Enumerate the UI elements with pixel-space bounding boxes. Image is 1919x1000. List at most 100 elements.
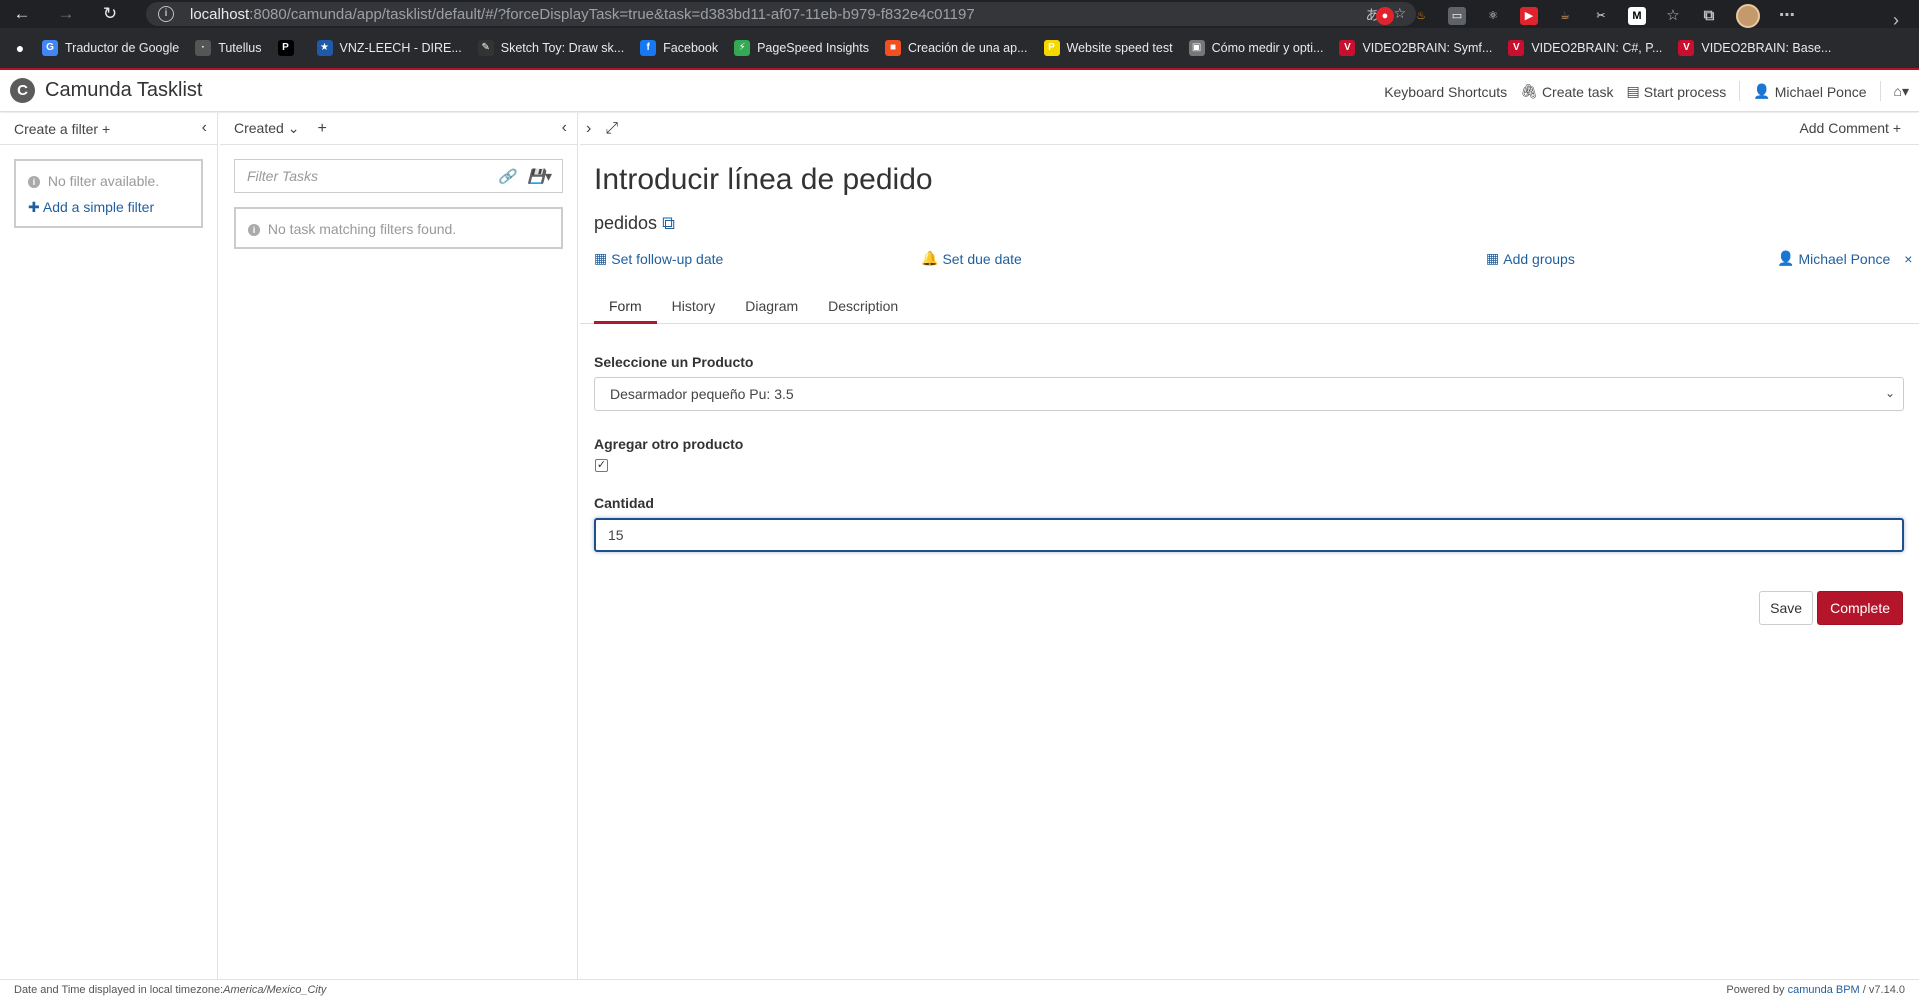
add-groups-label: Add groups bbox=[1503, 250, 1575, 267]
app-header: C Camunda Tasklist Keyboard Shortcuts 🖇 … bbox=[0, 70, 1919, 112]
link-icon[interactable]: 🔗 bbox=[498, 168, 515, 185]
browser-toolbar: ← → ↻ i localhost :8080/camunda/app/task… bbox=[0, 0, 1919, 28]
extension-icon[interactable]: ▭ bbox=[1448, 7, 1466, 25]
bookmark-item[interactable]: · Tutellus bbox=[195, 40, 262, 56]
bookmark-label: VNZ-LEECH - DIRE... bbox=[339, 41, 462, 55]
bookmark-item[interactable]: ▣ Cómo medir y opti... bbox=[1188, 40, 1323, 56]
extension-icon[interactable]: ☕ bbox=[1556, 7, 1574, 25]
start-process-link[interactable]: ▤ Start process bbox=[1627, 82, 1727, 101]
address-bar[interactable]: i localhost :8080/camunda/app/tasklist/d… bbox=[146, 2, 1416, 26]
save-button[interactable]: Save bbox=[1759, 591, 1814, 625]
tab-diagram[interactable]: Diagram bbox=[730, 292, 813, 324]
github-icon[interactable]: ● bbox=[12, 40, 28, 56]
task-title: Introducir línea de pedido bbox=[594, 163, 933, 196]
collapse-left-icon[interactable]: ‹ bbox=[562, 119, 567, 137]
create-filter-link[interactable]: Create a filter + bbox=[14, 121, 110, 137]
task-meta: ▦ Set follow-up date 🔔 Set due date ▦ Ad… bbox=[580, 250, 1919, 272]
user-menu[interactable]: 👤 Michael Ponce bbox=[1753, 82, 1866, 101]
add-groups-button[interactable]: ▦ Add groups bbox=[1486, 250, 1575, 267]
complete-button[interactable]: Complete bbox=[1817, 591, 1903, 625]
extension-icon[interactable]: ⚛ bbox=[1484, 7, 1502, 25]
extension-icon[interactable]: ✂ bbox=[1592, 7, 1610, 25]
bookmark-item[interactable]: ✎ Sketch Toy: Draw sk... bbox=[477, 40, 624, 56]
follow-up-date-button[interactable]: ▦ Set follow-up date bbox=[594, 250, 723, 267]
expand-right-icon[interactable]: › bbox=[586, 120, 591, 138]
reload-icon[interactable]: ↻ bbox=[88, 4, 132, 24]
task-column: › ⤢ Add Comment + Introducir línea de pe… bbox=[580, 113, 1919, 979]
close-icon[interactable]: × bbox=[1904, 251, 1912, 267]
add-simple-filter-label: Add a simple filter bbox=[42, 199, 155, 215]
filter-tasks-input[interactable]: Filter Tasks 🔗 💾▾ bbox=[234, 159, 563, 193]
tab-history[interactable]: History bbox=[657, 292, 731, 324]
favorites-icon[interactable]: ☆ bbox=[1664, 7, 1682, 25]
bookmark-item[interactable]: ★ VNZ-LEECH - DIRE... bbox=[316, 40, 462, 56]
bookmark-icon: ✎ bbox=[477, 40, 494, 56]
forward-icon[interactable]: → bbox=[44, 4, 88, 24]
profile-avatar[interactable] bbox=[1736, 4, 1760, 28]
keyboard-shortcuts-link[interactable]: Keyboard Shortcuts bbox=[1384, 82, 1507, 101]
add-sort-icon[interactable]: + bbox=[317, 120, 326, 138]
site-info-icon[interactable]: i bbox=[158, 6, 174, 22]
assignee-button[interactable]: 👤 Michael Ponce × bbox=[1777, 250, 1912, 267]
sort-dropdown[interactable]: Created ⌄ bbox=[234, 120, 299, 137]
bookmark-item[interactable]: V VIDEO2BRAIN: Symf... bbox=[1339, 40, 1492, 56]
extension-icon[interactable]: M bbox=[1628, 7, 1646, 25]
bookmark-item[interactable]: ■ Creación de una ap... bbox=[884, 40, 1028, 56]
collapse-left-icon[interactable]: ‹ bbox=[202, 119, 207, 137]
info-icon: i bbox=[28, 176, 40, 188]
due-date-button[interactable]: 🔔 Set due date bbox=[921, 250, 1022, 267]
another-product-checkbox[interactable]: ✓ bbox=[595, 459, 608, 472]
app-title: Camunda Tasklist bbox=[45, 79, 203, 101]
extension-icon[interactable]: ● bbox=[1376, 7, 1394, 25]
bookmark-item[interactable]: f Facebook bbox=[640, 40, 718, 56]
bookmark-icon: ■ bbox=[884, 40, 901, 56]
save-filter-icon[interactable]: 💾▾ bbox=[528, 168, 552, 185]
assignee-name: Michael Ponce bbox=[1798, 250, 1891, 267]
powered-by: Powered by camunda BPM / v7.14.0 bbox=[1726, 984, 1905, 996]
bookmark-item[interactable]: ⚡ PageSpeed Insights bbox=[734, 40, 869, 56]
extension-icon[interactable]: ▶ bbox=[1520, 7, 1538, 25]
quantity-label: Cantidad bbox=[594, 495, 654, 511]
create-task-label: Create task bbox=[1541, 83, 1614, 100]
add-simple-filter-link[interactable]: ✚ Add a simple filter bbox=[28, 199, 189, 216]
product-select[interactable]: Desarmador pequeño Pu: 3.5 ⌄ bbox=[594, 377, 1904, 411]
camunda-bpm-link[interactable]: camunda BPM bbox=[1788, 984, 1860, 996]
filters-empty-box: i No filter available. ✚ Add a simple fi… bbox=[14, 159, 203, 228]
bookmark-icon: f bbox=[640, 40, 657, 56]
quantity-value: 15 bbox=[608, 527, 624, 543]
add-comment-label: Add Comment bbox=[1799, 120, 1889, 136]
keyboard-shortcuts-label: Keyboard Shortcuts bbox=[1384, 83, 1508, 100]
product-label: Seleccione un Producto bbox=[594, 354, 754, 370]
back-icon[interactable]: ← bbox=[0, 4, 44, 24]
tasklist-empty-box: i No task matching filters found. bbox=[234, 207, 563, 249]
create-task-link[interactable]: 🖇 Create task bbox=[1520, 82, 1613, 101]
tasklist-header: Created ⌄ + ‹ bbox=[220, 113, 577, 145]
task-tabs: Form History Diagram Description bbox=[580, 292, 1919, 324]
tab-description[interactable]: Description bbox=[813, 292, 913, 324]
chevron-right-icon[interactable]: › bbox=[1893, 10, 1899, 31]
bookmark-item[interactable]: P Website speed test bbox=[1043, 40, 1173, 56]
add-comment-button[interactable]: Add Comment + bbox=[1799, 120, 1901, 136]
calendar-icon: ▦ bbox=[594, 250, 608, 266]
plus-icon: + bbox=[1892, 120, 1901, 136]
bookmark-item[interactable]: P bbox=[277, 40, 301, 56]
collections-icon[interactable]: ⧉ bbox=[1700, 7, 1718, 25]
due-date-label: Set due date bbox=[942, 250, 1022, 267]
sort-label: Created bbox=[234, 120, 284, 136]
extension-icon[interactable]: ♨ bbox=[1412, 7, 1430, 25]
bookmark-icon: ⚡ bbox=[734, 40, 751, 56]
fullscreen-icon[interactable]: ⤢ bbox=[605, 120, 618, 138]
more-menu-icon[interactable]: ⋯ bbox=[1778, 7, 1796, 25]
bookmark-item[interactable]: G Traductor de Google bbox=[42, 40, 179, 56]
quantity-input[interactable]: 15 bbox=[594, 518, 1904, 552]
bookmark-item[interactable]: V VIDEO2BRAIN: C#, P... bbox=[1508, 40, 1662, 56]
tasklist-column: Created ⌄ + ‹ Filter Tasks 🔗 💾▾ i No tas… bbox=[220, 113, 578, 979]
tab-form[interactable]: Form bbox=[594, 292, 657, 324]
process-name: pedidos bbox=[594, 213, 658, 233]
process-link[interactable]: pedidos ⧉ bbox=[594, 213, 1919, 234]
url-host: localhost bbox=[190, 5, 250, 23]
bookmark-item[interactable]: V VIDEO2BRAIN: Base... bbox=[1678, 40, 1831, 56]
follow-up-label: Set follow-up date bbox=[611, 250, 724, 267]
divider bbox=[1879, 81, 1881, 101]
home-menu[interactable]: ⌂▾ bbox=[1894, 82, 1909, 101]
